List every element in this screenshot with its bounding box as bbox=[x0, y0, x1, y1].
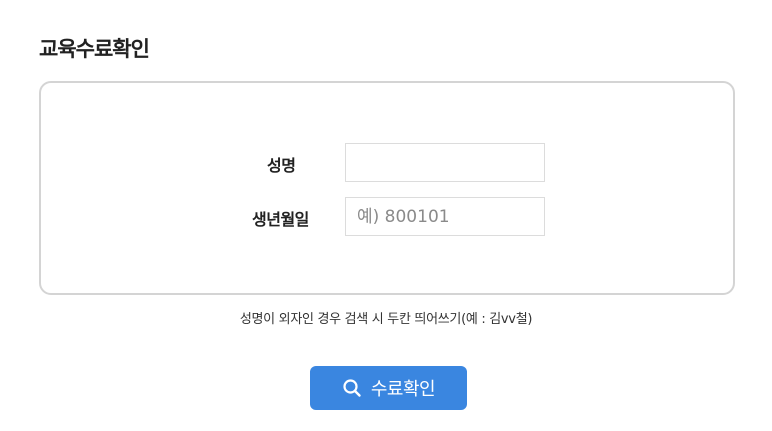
name-input[interactable] bbox=[345, 143, 545, 182]
birthdate-input[interactable] bbox=[345, 197, 545, 236]
name-spacing-notice: 성명이 외자인 경우 검색 시 두칸 띄어쓰기(예 : 김vv철) bbox=[239, 312, 533, 327]
certificate-check-button[interactable]: 수료확인 bbox=[310, 366, 467, 410]
birthdate-label: 생년월일 bbox=[252, 210, 309, 229]
page-title: 교육수료확인 bbox=[39, 37, 150, 61]
form-box bbox=[39, 81, 735, 295]
certificate-check-button-label: 수료확인 bbox=[370, 379, 436, 400]
certificate-check-page: 교육수료확인 성명 생년월일 성명이 외자인 경우 검색 시 두칸 띄어쓰기(예… bbox=[0, 0, 772, 431]
search-icon bbox=[342, 378, 362, 398]
name-label: 성명 bbox=[267, 156, 296, 175]
